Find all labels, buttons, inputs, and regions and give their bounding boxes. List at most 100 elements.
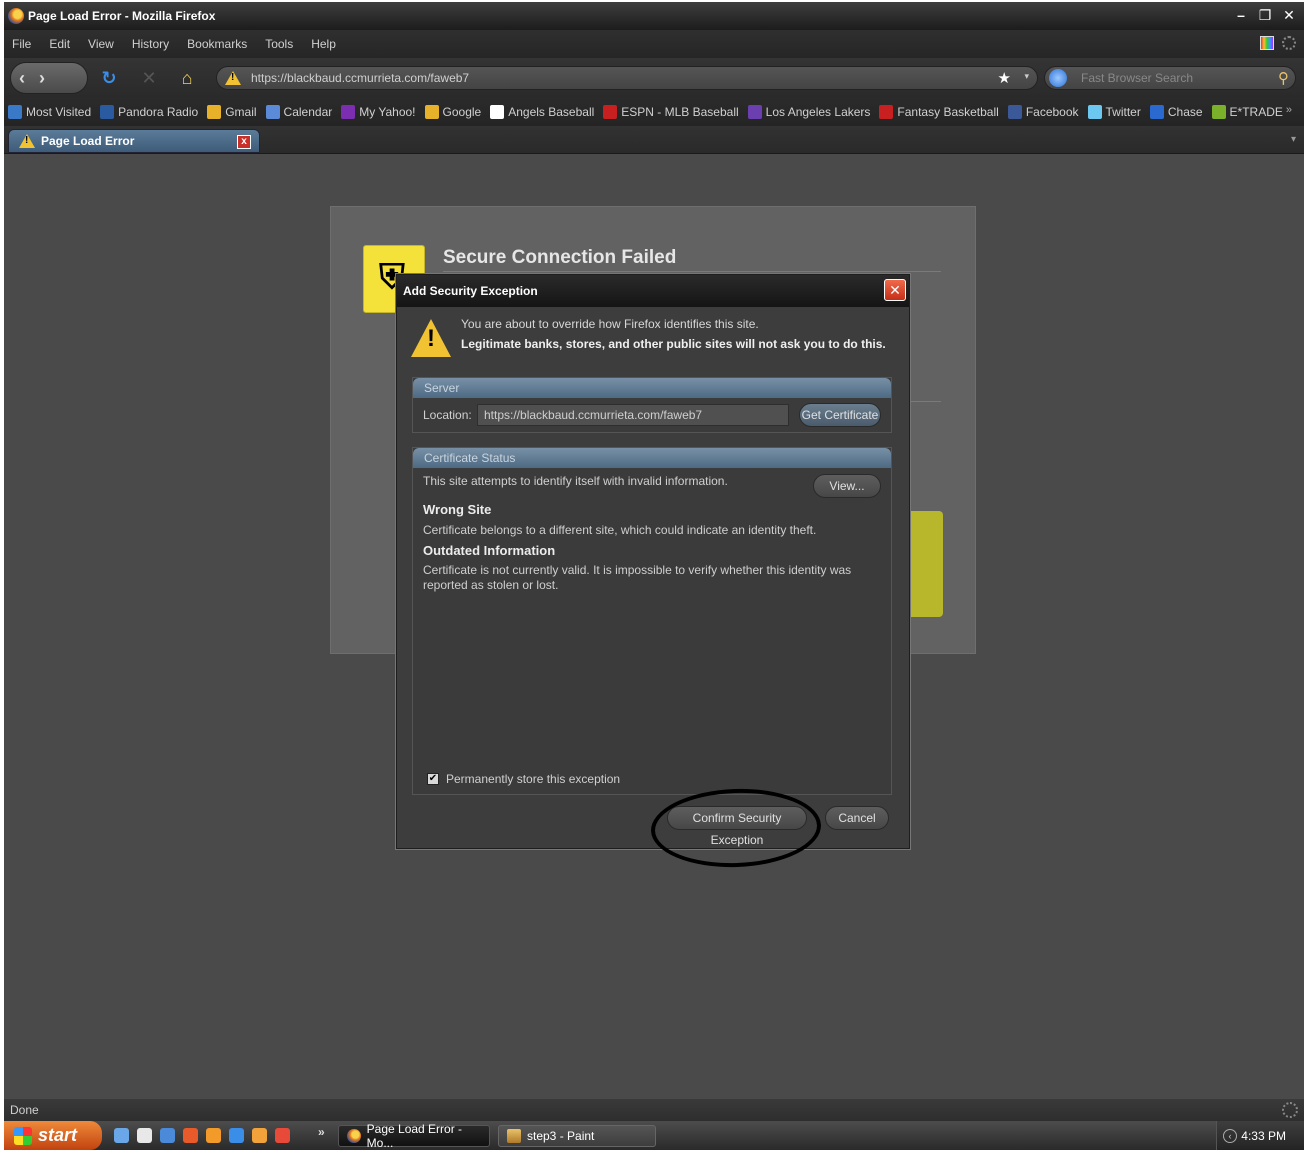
quick-launch-icon-5[interactable] [206, 1128, 221, 1143]
reload-icon[interactable]: ↻ [98, 67, 120, 89]
bookmark-label[interactable]: Los Angeles Lakers [766, 105, 871, 119]
quick-launch-icon-3[interactable] [160, 1128, 175, 1143]
navigation-toolbar: ‹ › ↻ ✕ ⌂ https://blackbaud.ccmurrieta.c… [4, 58, 1304, 98]
error-title: Secure Connection Failed [443, 247, 677, 268]
menu-file[interactable]: File [12, 37, 31, 51]
stop-icon[interactable]: ✕ [138, 67, 160, 89]
bookmark-espn-mlb-baseball[interactable]: ESPN - MLB Baseball [603, 105, 739, 119]
quick-launch-icon-8[interactable] [275, 1128, 290, 1143]
menu-edit[interactable]: Edit [49, 37, 70, 51]
permanent-store-checkbox[interactable]: ✔ [427, 773, 439, 785]
bookmark-star-icon[interactable]: ★ [998, 69, 1011, 87]
dialog-warning-message: Legitimate banks, stores, and other publ… [461, 337, 886, 351]
bookmark-label[interactable]: Calendar [284, 105, 333, 119]
taskbar-item-firefox[interactable]: Page Load Error - Mo... [338, 1122, 490, 1150]
url-dropdown-icon[interactable]: ▾ [1024, 71, 1029, 82]
quick-launch-icon-7[interactable] [252, 1128, 267, 1143]
restore-button[interactable]: ❐ [1256, 6, 1274, 24]
tab-close-icon[interactable]: x [237, 135, 251, 149]
close-window-button[interactable]: ✕ [1280, 6, 1298, 24]
bookmark-label[interactable]: Fantasy Basketball [897, 105, 998, 119]
bookmark-facebook[interactable]: Facebook [1007, 105, 1079, 119]
bookmark-e-trade[interactable]: E*TRADE [1211, 105, 1283, 119]
bookmarks-toolbar: Most Visited Pandora Radio Gmail Calendar My… [4, 98, 1304, 126]
site-warning-icon[interactable] [225, 71, 241, 85]
home-icon[interactable]: ⌂ [176, 67, 198, 89]
outdated-info-title: Outdated Information [423, 543, 556, 558]
bookmark-pandora-radio[interactable]: Pandora Radio [100, 105, 198, 119]
bookmark-label[interactable]: Pandora Radio [118, 105, 198, 119]
bookmark-label[interactable]: ESPN - MLB Baseball [621, 105, 738, 119]
quick-launch-more-icon[interactable]: » [318, 1125, 325, 1139]
bookmark-favicon-icon [100, 105, 115, 119]
bookmark-most-visited[interactable]: Most Visited [8, 105, 91, 119]
tab-label[interactable]: Page Load Error [41, 134, 134, 148]
bookmark-label[interactable]: Twitter [1106, 105, 1141, 119]
quick-launch-icon-2[interactable] [137, 1128, 152, 1143]
menu-bookmarks[interactable]: Bookmarks [187, 37, 247, 51]
taskbar-item-paint-label[interactable]: step3 - Paint [527, 1129, 594, 1143]
bookmark-angels-baseball[interactable]: Angels Baseball [490, 105, 594, 119]
bookmark-label[interactable]: Google [443, 105, 482, 119]
tab-warning-icon [19, 134, 35, 148]
menu-tools[interactable]: Tools [265, 37, 293, 51]
taskbar-item-firefox-label[interactable]: Page Load Error - Mo... [367, 1122, 489, 1150]
tab-list-icon[interactable]: ▾ [1291, 134, 1296, 145]
outdated-info-text: Certificate is not currently valid. It i… [423, 563, 852, 592]
menu-history[interactable]: History [132, 37, 169, 51]
system-tray: ‹ 4:33 PM [1216, 1121, 1304, 1150]
get-certificate-button[interactable]: Get Certificate [799, 403, 881, 427]
location-input[interactable]: https://blackbaud.ccmurrieta.com/faweb7 [477, 404, 789, 426]
bookmark-favicon-icon [1211, 105, 1226, 119]
bookmark-label[interactable]: E*TRADE [1230, 105, 1283, 119]
bookmarks-overflow-icon[interactable]: » [1286, 104, 1292, 116]
bookmark-twitter[interactable]: Twitter [1087, 105, 1141, 119]
dialog-close-icon[interactable]: ✕ [884, 279, 906, 301]
cancel-button[interactable]: Cancel [825, 806, 889, 830]
sidebar-toggle-icon[interactable] [1260, 36, 1274, 50]
bookmark-calendar[interactable]: Calendar [265, 105, 333, 119]
permanent-store-label[interactable]: Permanently store this exception [446, 772, 620, 786]
bookmark-google[interactable]: Google [424, 105, 482, 119]
back-forward-buttons[interactable]: ‹ › [10, 62, 88, 94]
bookmark-los-angeles-lakers[interactable]: Los Angeles Lakers [747, 105, 871, 119]
error-page-button[interactable] [909, 511, 943, 617]
url-text[interactable]: https://blackbaud.ccmurrieta.com/faweb7 [251, 71, 469, 85]
search-bar[interactable]: Fast Browser Search ⚲ [1044, 66, 1296, 90]
dialog-title: Add Security Exception [403, 284, 538, 298]
start-button[interactable]: start [4, 1121, 102, 1150]
bookmark-chase[interactable]: Chase [1149, 105, 1203, 119]
bookmark-label[interactable]: Angels Baseball [508, 105, 594, 119]
bookmark-label[interactable]: Gmail [225, 105, 256, 119]
quick-launch-icon-4[interactable] [183, 1128, 198, 1143]
bookmark-favicon-icon [490, 105, 505, 119]
paint-task-icon [507, 1129, 521, 1143]
bookmark-label[interactable]: Most Visited [26, 105, 91, 119]
bookmark-my-yahoo[interactable]: My Yahoo! [341, 105, 416, 119]
tray-expand-icon[interactable]: ‹ [1223, 1129, 1237, 1143]
bookmark-label[interactable]: Chase [1168, 105, 1203, 119]
bookmark-favicon-icon [747, 105, 762, 119]
tab-page-load-error[interactable]: Page Load Error x [8, 129, 260, 153]
back-arrow-icon[interactable]: ‹ [19, 68, 25, 89]
taskbar-item-paint[interactable]: step3 - Paint [498, 1125, 656, 1147]
menu-view[interactable]: View [88, 37, 114, 51]
search-placeholder[interactable]: Fast Browser Search [1081, 71, 1193, 85]
bookmark-label[interactable]: My Yahoo! [359, 105, 415, 119]
quick-launch-icon-6[interactable] [229, 1128, 244, 1143]
dialog-message: You are about to override how Firefox id… [461, 317, 759, 331]
menu-help[interactable]: Help [311, 37, 336, 51]
forward-arrow-icon[interactable]: › [39, 68, 45, 89]
start-label[interactable]: start [38, 1125, 77, 1146]
permanent-store-option[interactable]: ✔ Permanently store this exception [427, 772, 620, 786]
quick-launch-icon-1[interactable] [114, 1128, 129, 1143]
search-icon[interactable]: ⚲ [1278, 69, 1289, 87]
bookmark-gmail[interactable]: Gmail [207, 105, 257, 119]
bookmark-label[interactable]: Facebook [1026, 105, 1079, 119]
bookmark-fantasy-basketball[interactable]: Fantasy Basketball [879, 105, 999, 119]
url-bar[interactable]: https://blackbaud.ccmurrieta.com/faweb7 … [216, 66, 1038, 90]
search-engine-icon[interactable] [1049, 69, 1067, 87]
view-certificate-button[interactable]: View... [813, 474, 881, 498]
minimize-button[interactable]: – [1232, 6, 1250, 24]
wrong-site-title: Wrong Site [423, 502, 492, 517]
